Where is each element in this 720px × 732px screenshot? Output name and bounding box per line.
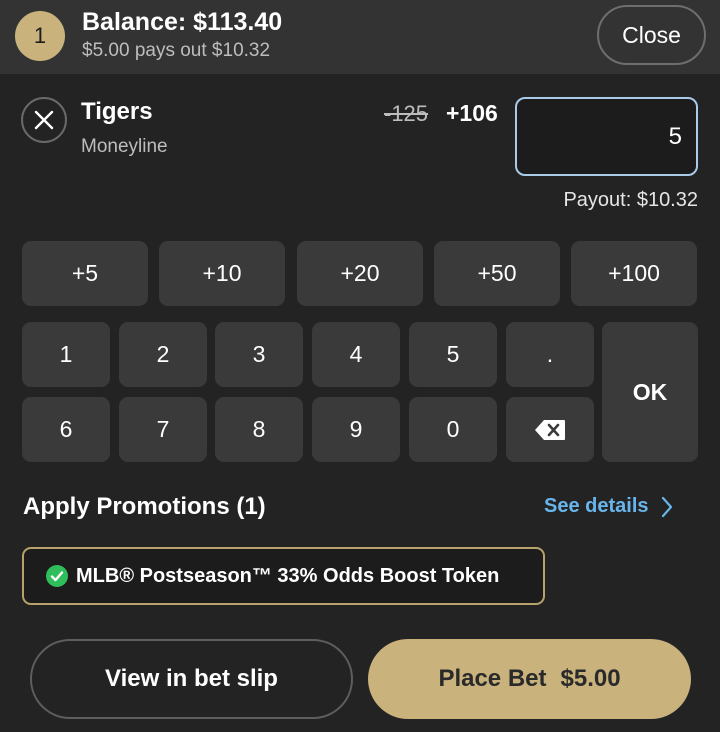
balance-header: 1 Balance: $113.40 $5.00 pays out $10.32… xyxy=(0,0,720,74)
close-icon xyxy=(33,109,55,131)
keypad-7[interactable]: 7 xyxy=(119,397,207,462)
keypad-5[interactable]: 5 xyxy=(409,322,497,387)
view-in-bet-slip-button[interactable]: View in bet slip xyxy=(30,639,353,719)
see-details-label: See details xyxy=(544,495,649,517)
check-circle-icon xyxy=(46,565,68,587)
wager-value: 5 xyxy=(668,122,682,150)
place-bet-label: Place Bet xyxy=(438,665,547,692)
quick-add-5-button[interactable]: +5 xyxy=(22,241,148,306)
close-button[interactable]: Close xyxy=(597,5,706,65)
see-details-link[interactable]: See details xyxy=(544,495,673,518)
pays-out-text: $5.00 pays out $10.32 xyxy=(82,40,271,61)
original-odds: -125 xyxy=(384,101,429,126)
ok-button[interactable]: OK xyxy=(602,322,698,462)
wager-input[interactable]: 5 xyxy=(515,97,698,176)
keypad-3[interactable]: 3 xyxy=(215,322,303,387)
boosted-odds: +106 xyxy=(446,100,498,126)
keypad-0[interactable]: 0 xyxy=(409,397,497,462)
quick-add-100-button[interactable]: +100 xyxy=(571,241,697,306)
quick-add-10-button[interactable]: +10 xyxy=(159,241,285,306)
promotions-title: Apply Promotions (1) xyxy=(23,493,266,520)
keypad-4[interactable]: 4 xyxy=(312,322,400,387)
keypad-decimal[interactable]: . xyxy=(506,322,594,387)
chevron-right-icon xyxy=(661,496,673,518)
backspace-button[interactable] xyxy=(506,397,594,462)
keypad-2[interactable]: 2 xyxy=(119,322,207,387)
backspace-icon xyxy=(534,419,566,441)
market-type: Moneyline xyxy=(81,136,168,157)
quick-add-20-button[interactable]: +20 xyxy=(297,241,423,306)
odds-boost-token-chip[interactable]: MLB® Postseason™ 33% Odds Boost Token xyxy=(22,547,545,605)
place-bet-amount: $5.00 xyxy=(560,665,621,692)
quick-add-50-button[interactable]: +50 xyxy=(434,241,560,306)
team-name: Tigers xyxy=(81,98,153,125)
keypad-1[interactable]: 1 xyxy=(22,322,110,387)
keypad-9[interactable]: 9 xyxy=(312,397,400,462)
bet-count-badge: 1 xyxy=(15,11,65,61)
payout-text: Payout: $10.32 xyxy=(563,189,698,211)
balance-text: Balance: $113.40 xyxy=(82,8,283,36)
keypad-6[interactable]: 6 xyxy=(22,397,110,462)
keypad-8[interactable]: 8 xyxy=(215,397,303,462)
place-bet-button[interactable]: Place Bet $5.00 xyxy=(368,639,691,719)
token-label: MLB® Postseason™ 33% Odds Boost Token xyxy=(76,564,500,587)
remove-selection-button[interactable] xyxy=(21,97,67,143)
